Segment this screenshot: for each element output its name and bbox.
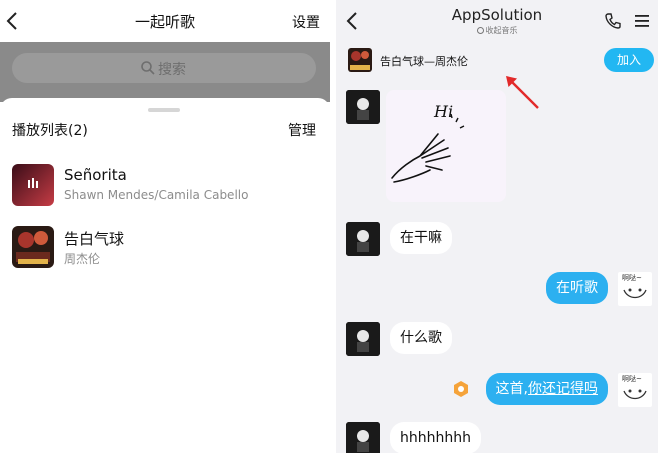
hi-sticker[interactable]: Hi bbox=[386, 90, 506, 202]
album-cover-senorita bbox=[12, 164, 54, 206]
manage-button[interactable]: 管理 bbox=[288, 120, 316, 140]
chat-header: AppSolution 收起音乐 bbox=[336, 0, 658, 40]
cartoon-face-icon bbox=[623, 389, 647, 400]
avatar[interactable] bbox=[346, 222, 380, 256]
sheet-drag-handle[interactable] bbox=[148, 108, 180, 112]
song-title: 告白气球 bbox=[64, 230, 125, 248]
message-bubble-own[interactable]: 这首,你还记得吗 bbox=[485, 373, 608, 405]
message-bubble[interactable]: 什么歌 bbox=[390, 322, 452, 354]
phone-icon[interactable] bbox=[604, 12, 622, 30]
now-playing-label: 告白气球—周杰伦 bbox=[380, 55, 468, 68]
settings-button[interactable]: 设置 bbox=[292, 12, 320, 32]
song-artist: Shawn Mendes/Camila Cabello bbox=[64, 188, 249, 202]
playlist-sheet: 播放列表(2) 管理 Señorita Shawn Mendes/Camila … bbox=[0, 98, 330, 453]
avatar[interactable] bbox=[346, 90, 380, 124]
listen-together-panel: 一起听歌 设置 搜索 播放列表(2) 管理 Señorita Shawn Men… bbox=[0, 0, 330, 453]
hexagon-badge-icon bbox=[454, 381, 468, 397]
own-avatar[interactable]: 啊哒~ bbox=[618, 272, 652, 306]
search-icon bbox=[141, 61, 155, 75]
now-playing-bar: 告白气球—周杰伦 加入 bbox=[336, 46, 658, 78]
search-placeholder: 搜索 bbox=[158, 62, 186, 78]
chat-panel: AppSolution 收起音乐 告白气球—周杰伦 加入 Hi 在干嘛 在听歌 … bbox=[336, 0, 658, 453]
message-bubble-own[interactable]: 在听歌 bbox=[546, 272, 608, 304]
page-title: 一起听歌 bbox=[134, 13, 195, 31]
waving-hand-icon bbox=[391, 113, 465, 183]
collapse-music-label: 收起音乐 bbox=[485, 26, 518, 35]
song-item-senorita[interactable]: Señorita Shawn Mendes/Camila Cabello bbox=[0, 160, 330, 216]
playlist-title: 播放列表(2) bbox=[12, 123, 88, 139]
message-bubble[interactable]: hhhhhhhh bbox=[390, 422, 481, 453]
song-artist: 周杰伦 bbox=[64, 252, 101, 266]
annotation-arrow-icon bbox=[506, 76, 539, 109]
left-header: 一起听歌 设置 bbox=[0, 0, 330, 42]
menu-icon[interactable] bbox=[634, 13, 650, 29]
avatar[interactable] bbox=[346, 322, 380, 356]
message-text: 这首, bbox=[495, 381, 528, 397]
own-avatar[interactable]: 啊哒~ bbox=[618, 373, 652, 407]
dimmed-overlay: 搜索 bbox=[0, 42, 330, 102]
message-bubble[interactable]: 在干嘛 bbox=[390, 222, 452, 254]
message-link-text[interactable]: 你还记得吗 bbox=[528, 381, 598, 397]
music-status-icon bbox=[476, 27, 484, 34]
avatar[interactable] bbox=[346, 422, 380, 453]
now-playing-cover bbox=[348, 48, 372, 72]
search-input[interactable]: 搜索 bbox=[12, 53, 316, 83]
song-title: Señorita bbox=[64, 166, 127, 184]
join-button[interactable]: 加入 bbox=[604, 48, 654, 72]
cartoon-face-icon bbox=[623, 288, 647, 299]
song-item-gaobai-qiqiu[interactable]: 告白气球 周杰伦 bbox=[0, 222, 330, 278]
album-cover-gaobai-qiqiu bbox=[12, 226, 54, 268]
